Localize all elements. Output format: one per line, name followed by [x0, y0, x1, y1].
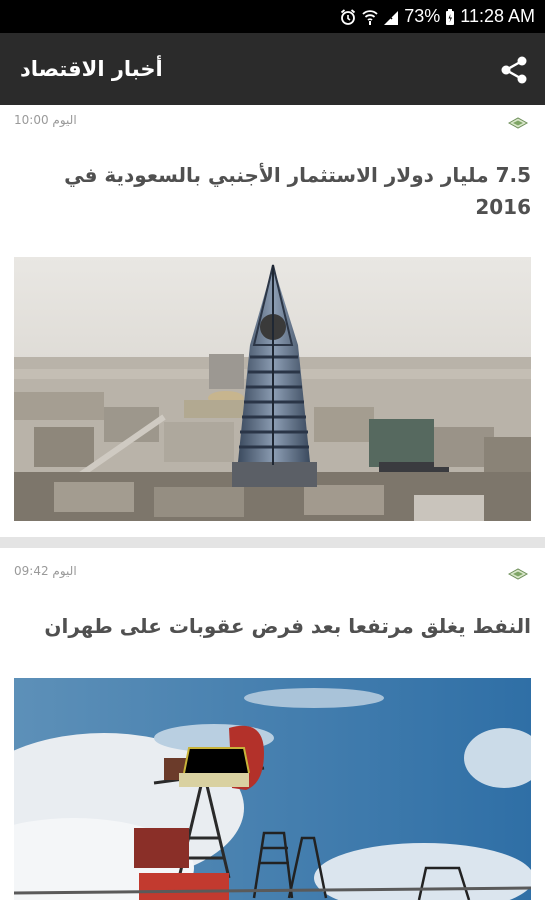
article-headline[interactable]: النفط يغلق مرتفعا بعد فرض عقوبات على طهر… — [40, 610, 531, 642]
news-source-icon — [507, 566, 529, 580]
battery-icon — [445, 8, 455, 26]
article-photo[interactable] — [14, 678, 531, 900]
alarm-icon — [339, 8, 357, 26]
article-headline[interactable]: 7.5 مليار دولار الاستثمار الأجنبي بالسعو… — [40, 159, 531, 223]
status-icons: 73% 11:28 AM — [339, 0, 535, 33]
article-photo[interactable] — [14, 257, 531, 521]
news-source-icon — [507, 115, 529, 129]
battery-percent: 73% — [404, 6, 441, 26]
clock-time: 11:28 AM — [460, 6, 535, 26]
article-card[interactable]: اليوم 10:00 7.5 مليار دولار الاستثمار ال… — [0, 105, 545, 537]
wifi-icon — [362, 8, 378, 26]
article-time: اليوم 10:00 — [14, 113, 77, 127]
article-card[interactable]: اليوم 09:42 النفط يغلق مرتفعا بعد فرض عق… — [0, 548, 545, 900]
signal-icon — [383, 8, 399, 26]
share-icon[interactable] — [499, 55, 529, 85]
app-bar: أخبار الاقتصاد — [0, 33, 545, 105]
status-bar: 73% 11:28 AM — [0, 0, 545, 33]
page-title: أخبار الاقتصاد — [20, 57, 163, 81]
article-time: اليوم 09:42 — [14, 564, 77, 578]
